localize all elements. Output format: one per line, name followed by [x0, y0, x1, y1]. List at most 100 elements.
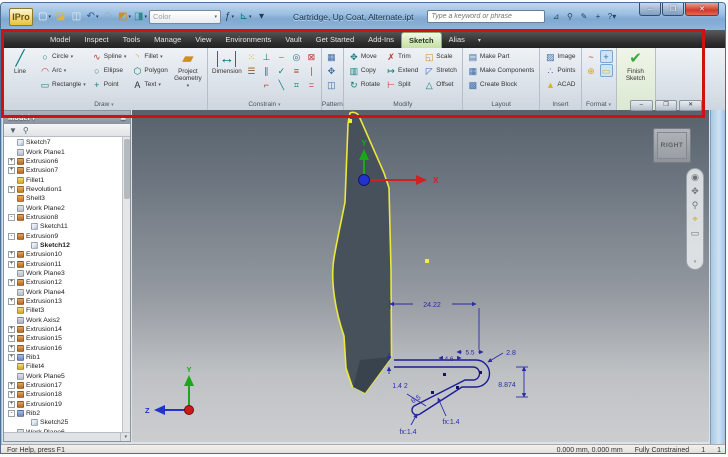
tree-item-extrusion12[interactable]: + Extrusion12	[4, 278, 122, 287]
expand-toggle-icon[interactable]: +	[8, 185, 15, 193]
help-search-input[interactable]	[427, 10, 546, 23]
tree-item-work-plane2[interactable]: Work Plane2	[4, 203, 122, 212]
image-button[interactable]: ▨ Image	[543, 50, 577, 63]
tree-item-extrusion18[interactable]: + Extrusion18	[4, 390, 122, 399]
tab-manage[interactable]: Manage	[147, 32, 188, 48]
pan-icon[interactable]: ✥	[691, 186, 699, 196]
panel-label-format[interactable]: Format ▾	[582, 100, 616, 110]
tree-item-rib1[interactable]: + Rib1	[4, 353, 122, 362]
dimension-button[interactable]: ↔ Dimension	[211, 50, 243, 76]
expand-toggle-icon[interactable]: +	[8, 279, 15, 287]
tree-item-rib2[interactable]: - Rib2	[4, 409, 122, 418]
expand-toggle-icon[interactable]: +	[8, 157, 15, 165]
panel-label-draw[interactable]: Draw ▾	[1, 100, 207, 110]
redo-button[interactable]: ↷	[101, 9, 116, 25]
create-block-button[interactable]: ▩ Create Block	[466, 78, 537, 91]
update-button[interactable]: ◩ ▾	[117, 9, 132, 25]
centerline-toggle-button[interactable]: ▭	[599, 64, 613, 77]
tree-item-shell3[interactable]: Shell3	[4, 194, 122, 203]
tree-item-work-axis2[interactable]: Work Axis2	[4, 316, 122, 325]
tangent-constraint-button[interactable]: ✓	[275, 64, 288, 77]
maximize-button[interactable]: ❐	[662, 3, 684, 16]
zoom-icon[interactable]: ⚲	[692, 200, 699, 210]
app-logo-icon[interactable]: IPro	[9, 7, 33, 26]
arc-button[interactable]: ◠ Arc ▾	[38, 64, 88, 77]
tree-item-extrusion10[interactable]: + Extrusion10	[4, 250, 122, 259]
tree-item-work-plane4[interactable]: Work Plane4	[4, 288, 122, 297]
tree-item-extrusion7[interactable]: + Extrusion7	[4, 166, 122, 175]
tree-item-work-plane1[interactable]: Work Plane1	[4, 147, 122, 156]
save-button[interactable]: ◫	[69, 9, 84, 25]
tree-item-sketch7[interactable]: Sketch7	[4, 138, 122, 147]
driven-dimension-toggle-button[interactable]: ⊕	[585, 64, 598, 77]
expand-toggle-icon[interactable]: +	[8, 298, 15, 306]
panel-label-insert[interactable]: Insert	[540, 100, 580, 110]
tree-item-extrusion17[interactable]: + Extrusion17	[4, 381, 122, 390]
line-button[interactable]: ╱ Line	[4, 50, 36, 76]
tab-model[interactable]: Model	[43, 32, 77, 48]
new-file-button[interactable]: ▢ ▾	[37, 9, 52, 25]
trim-button[interactable]: ✗ Trim	[384, 50, 420, 63]
text-button[interactable]: A Text ▾	[130, 78, 170, 91]
appearance-button[interactable]: ◨ ▾	[133, 9, 148, 25]
tab-vault[interactable]: Vault	[278, 32, 309, 48]
expand-toggle-icon[interactable]: +	[8, 326, 15, 334]
spline-button[interactable]: ∿ Spline ▾	[90, 50, 129, 63]
auto-dimension-button[interactable]: ⁙	[245, 50, 258, 63]
offset-button[interactable]: △ Offset	[422, 78, 459, 91]
vertical-constraint-button[interactable]: ╲	[275, 78, 288, 91]
close-button[interactable]: ✕	[685, 3, 719, 16]
panel-label-pattern[interactable]: Pattern	[322, 100, 343, 110]
circle-button[interactable]: ○ Circle ▾	[38, 50, 88, 63]
tree-item-extrusion9[interactable]: - Extrusion9	[4, 231, 122, 240]
tree-item-extrusion19[interactable]: + Extrusion19	[4, 400, 122, 409]
orbit-icon[interactable]: ◉	[691, 172, 699, 182]
ribbon-minimize-icon[interactable]: ▾	[478, 37, 481, 48]
navbar-expand-icon[interactable]: ▾	[694, 257, 697, 267]
rectangular-pattern-button[interactable]: ▦	[325, 50, 338, 63]
view-cube-face[interactable]: RIGHT	[657, 132, 687, 159]
perpendicular-constraint-button[interactable]: ⊥	[260, 50, 273, 63]
ellipse-button[interactable]: ○ Ellipse	[90, 64, 129, 77]
doc-restore-button[interactable]: ❐	[654, 100, 678, 111]
coincident-constraint-button[interactable]: ≡	[290, 64, 303, 77]
browser-header[interactable]: Model ▾ ▣	[4, 111, 130, 124]
tree-item-extrusion14[interactable]: + Extrusion14	[4, 325, 122, 334]
tree-item-work-plane5[interactable]: Work Plane5	[4, 372, 122, 381]
project-geometry-button[interactable]: ▰ Project Geometry ▾	[172, 50, 204, 89]
browser-scrollbar-thumb[interactable]	[124, 139, 130, 199]
rectangle-button[interactable]: ▭ Rectangle ▾	[38, 78, 88, 91]
sketch-point-mid[interactable]	[425, 259, 429, 263]
tree-item-fillet3[interactable]: Fillet3	[4, 306, 122, 315]
tab-add-ins[interactable]: Add-Ins	[361, 32, 401, 48]
tree-item-sketch12[interactable]: Sketch12	[4, 241, 122, 250]
mirror-button[interactable]: ◫	[325, 78, 338, 91]
tree-item-revolution1[interactable]: + Revolution1	[4, 185, 122, 194]
help-icon[interactable]: ?▾	[606, 12, 617, 21]
concentric-constraint-button[interactable]: ◎	[290, 50, 303, 63]
tab-sketch[interactable]: Sketch	[401, 32, 442, 48]
expand-toggle-icon[interactable]: +	[8, 344, 15, 352]
tree-item-extrusion15[interactable]: + Extrusion15	[4, 334, 122, 343]
expand-toggle-icon[interactable]: -	[8, 232, 15, 240]
tree-item-work-plane6[interactable]: Work Plane6	[4, 428, 122, 432]
lock-constraint-button[interactable]: ⊠	[305, 50, 318, 63]
points-button[interactable]: ∴ Points	[543, 64, 577, 77]
expand-toggle-icon[interactable]: +	[8, 382, 15, 390]
tree-item-extrusion11[interactable]: + Extrusion11	[4, 259, 122, 268]
rotate-button[interactable]: ↻ Rotate	[347, 78, 382, 91]
plus-icon[interactable]: +	[592, 12, 603, 21]
point-button[interactable]: + Point	[90, 78, 129, 91]
expand-toggle-icon[interactable]: -	[8, 213, 15, 221]
qat-customize-button[interactable]: ▾	[254, 9, 269, 25]
find-icon[interactable]: ⚲	[23, 126, 29, 135]
tab-inspect[interactable]: Inspect	[77, 32, 115, 48]
make-components-button[interactable]: ▦ Make Components	[466, 64, 537, 77]
dimension-labels[interactable]: 24.22 5.5 4.6 2.8 8.874 1.4 2 6.5 fx:1.4…	[392, 302, 516, 436]
horizontal-constraint-button[interactable]: ⌐	[260, 78, 273, 91]
search-icon[interactable]: ⚲	[564, 12, 575, 21]
sketch-only-toggle-button[interactable]: ~	[585, 50, 598, 63]
tree-item-sketch25[interactable]: Sketch25	[4, 418, 122, 427]
expand-toggle-icon[interactable]: +	[8, 251, 15, 259]
model-canvas[interactable]: Y X Y Z 24.22 5.5 4.6 2.8 8.874 1.4 2 6.…	[132, 110, 709, 442]
